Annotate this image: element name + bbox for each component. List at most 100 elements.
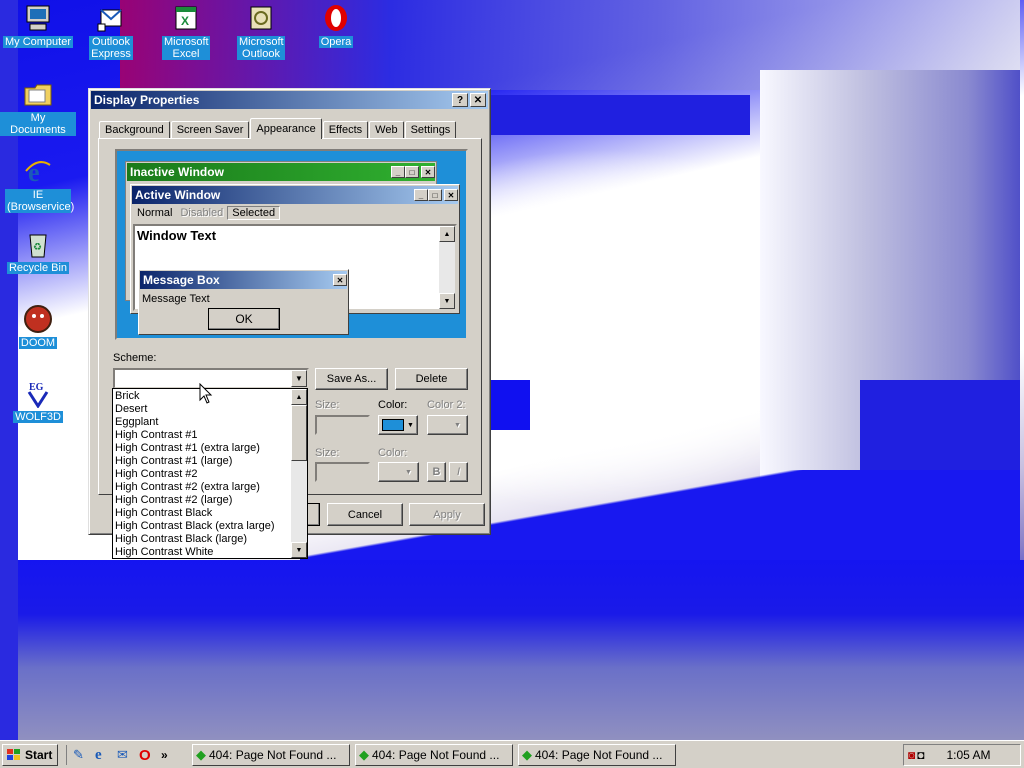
desktop-icon-my-documents[interactable]: My Documents xyxy=(0,78,76,136)
show-desktop-icon[interactable]: ✎ xyxy=(73,747,91,763)
help-button[interactable]: ? xyxy=(452,93,468,107)
svg-text:EG: EG xyxy=(29,382,44,393)
doom-icon xyxy=(22,303,54,335)
apply-button: Apply xyxy=(409,503,485,526)
message-box-title: Message Box xyxy=(143,273,220,287)
desktop-icon-opera[interactable]: Opera xyxy=(298,2,374,48)
folder-icon: ◆ xyxy=(359,747,369,762)
scheme-option[interactable]: Eggplant xyxy=(113,416,291,429)
font-color-button: ▼ xyxy=(378,462,419,482)
clock[interactable]: 1:05 AM xyxy=(947,748,991,762)
scheme-option[interactable]: High Contrast #1 (extra large) xyxy=(113,442,291,455)
size-spinner xyxy=(315,415,370,435)
scheme-dropdown-list: Brick Desert Eggplant High Contrast #1 High … xyxy=(112,388,308,559)
window-text: Window Text xyxy=(137,228,217,243)
desktop-icon-doom[interactable]: DOOM xyxy=(0,303,76,349)
opera-icon[interactable]: O xyxy=(139,747,157,764)
inactive-window-title: Inactive Window xyxy=(130,165,224,179)
scroll-down-icon[interactable]: ▼ xyxy=(291,542,307,558)
scheme-option[interactable]: High Contrast #2 xyxy=(113,468,291,481)
color-picker-button[interactable]: ▼ xyxy=(378,415,418,435)
scheme-label: Scheme: xyxy=(113,352,157,364)
scheme-option[interactable]: High Contrast #1 (large) xyxy=(113,455,291,468)
folder-icon xyxy=(22,78,54,110)
menu-normal: Normal xyxy=(137,207,173,219)
start-button[interactable]: Start xyxy=(2,744,58,766)
tab-screen-saver[interactable]: Screen Saver xyxy=(170,121,250,139)
outlook-icon xyxy=(245,2,277,34)
italic-button: I xyxy=(449,462,468,482)
taskbar-button[interactable]: ◆ 404: Page Not Found ... xyxy=(518,744,676,766)
scheme-option[interactable]: High Contrast Black xyxy=(113,507,291,520)
desktop-icon-label: My Documents xyxy=(0,112,76,136)
cancel-button[interactable]: Cancel xyxy=(327,503,403,526)
taskbar-button[interactable]: ◆ 404: Page Not Found ... xyxy=(355,744,513,766)
desktop-icon-label: WOLF3D xyxy=(13,411,63,423)
desktop-icon-label: Opera xyxy=(318,36,354,48)
save-as-button[interactable]: Save As... xyxy=(315,368,388,390)
desktop-icon-outlook-express[interactable]: Outlook Express xyxy=(73,2,149,60)
scroll-thumb[interactable] xyxy=(291,405,307,461)
system-tray: ◙ ◘ 1:05 AM xyxy=(903,744,1021,766)
scheme-option[interactable]: High Contrast Black (large) xyxy=(113,533,291,546)
opera-icon xyxy=(320,2,352,34)
active-window-title: Active Window xyxy=(135,188,221,202)
scheme-option[interactable]: High Contrast White xyxy=(113,546,291,558)
taskbar-button-label: 404: Page Not Found ... xyxy=(535,748,663,762)
desktop-icon-wolf3d[interactable]: EG WOLF3D xyxy=(0,377,76,423)
desktop-icon-my-computer[interactable]: My Computer xyxy=(0,2,76,48)
internet-explorer-icon: e xyxy=(22,155,54,187)
scheme-option[interactable]: High Contrast Black (extra large) xyxy=(113,520,291,533)
desktop-icon-microsoft-excel[interactable]: X Microsoft Excel xyxy=(148,2,224,60)
menu-disabled: Disabled xyxy=(180,207,224,219)
desktop-icon-label: DOOM xyxy=(18,337,58,349)
taskbar-button-label: 404: Page Not Found ... xyxy=(372,748,500,762)
dialog-titlebar[interactable]: Display Properties ? ✕ xyxy=(91,91,488,109)
preview-scrollbar: ▲ ▼ xyxy=(439,226,455,309)
desktop-icon-microsoft-outlook[interactable]: Microsoft Outlook xyxy=(223,2,299,60)
desktop-icon-label: Microsoft Excel xyxy=(162,36,210,60)
outlook-express-icon xyxy=(95,2,127,34)
quicklaunch: ✎ e ✉ O » xyxy=(66,745,168,765)
excel-icon: X xyxy=(170,2,202,34)
color-label: Color: xyxy=(378,399,408,411)
delete-button[interactable]: Delete xyxy=(395,368,468,390)
computer-icon xyxy=(22,2,54,34)
scroll-up-icon[interactable]: ▲ xyxy=(291,389,307,405)
tab-appearance[interactable]: Appearance xyxy=(250,118,322,139)
desktop-icon-label: IE (Browservice) xyxy=(5,189,75,213)
message-box-text: Message Text xyxy=(142,293,210,305)
dropdown-scrollbar[interactable]: ▲ ▼ xyxy=(291,389,307,558)
appearance-preview: Inactive Window _ □ ✕ Active Window _ □ … xyxy=(115,149,468,340)
outlook-express-icon[interactable]: ✉ xyxy=(117,747,135,763)
tab-web[interactable]: Web xyxy=(369,121,404,139)
volume-icon[interactable]: ◘ xyxy=(917,748,924,762)
scheme-option[interactable]: High Contrast #1 xyxy=(113,429,291,442)
taskbar-button-label: 404: Page Not Found ... xyxy=(209,748,337,762)
desktop-icon-ie-browservice[interactable]: e IE (Browservice) xyxy=(0,155,76,213)
mouse-cursor-icon xyxy=(199,383,213,404)
desktop-icon-label: Recycle Bin xyxy=(6,262,70,274)
dialog-title: Display Properties xyxy=(94,93,200,107)
tab-settings[interactable]: Settings xyxy=(404,121,457,139)
message-box-preview: Message Box ✕ Message Text OK xyxy=(138,269,349,335)
scheme-option[interactable]: High Contrast #2 (large) xyxy=(113,494,291,507)
chevron-down-icon[interactable]: ▼ xyxy=(291,370,307,387)
tab-effects[interactable]: Effects xyxy=(322,121,369,139)
start-label: Start xyxy=(25,748,53,762)
quicklaunch-more[interactable]: » xyxy=(161,748,168,762)
close-button[interactable]: ✕ xyxy=(470,93,486,107)
scheme-option[interactable]: High Contrast #2 (extra large) xyxy=(113,481,291,494)
font-color-label: Color: xyxy=(378,447,408,459)
recycle-bin-icon: ♻ xyxy=(22,228,54,260)
internet-explorer-icon[interactable]: e xyxy=(95,747,113,763)
desktop-icon-label: My Computer xyxy=(2,36,74,48)
tab-strip: Background Screen Saver Appearance Effec… xyxy=(99,118,457,139)
svg-text:X: X xyxy=(181,14,189,28)
desktop-icon-recycle-bin[interactable]: ♻ Recycle Bin xyxy=(0,228,76,274)
scheduler-icon[interactable]: ◙ xyxy=(908,748,915,762)
taskbar-button[interactable]: ◆ 404: Page Not Found ... xyxy=(192,744,350,766)
tab-background[interactable]: Background xyxy=(99,121,170,139)
size-label: Size: xyxy=(315,399,340,411)
menu-selected: Selected xyxy=(227,206,281,220)
